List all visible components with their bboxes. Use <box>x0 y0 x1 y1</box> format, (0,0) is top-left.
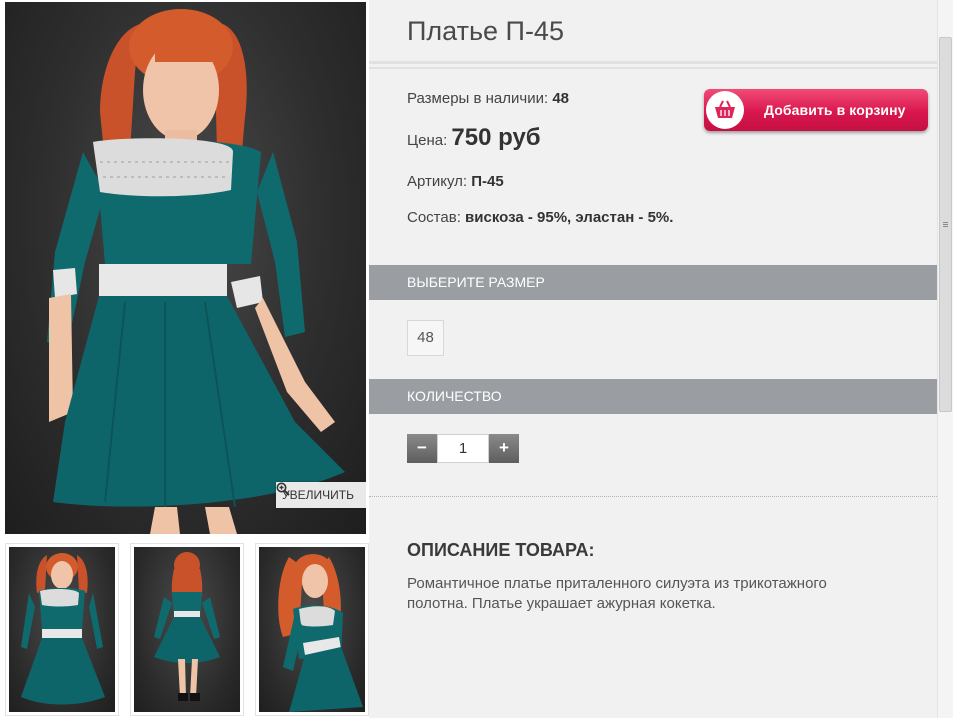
grip-icon <box>943 222 948 223</box>
scrollbar[interactable] <box>937 0 953 718</box>
zoom-button[interactable]: УВЕЛИЧИТЬ <box>276 482 366 508</box>
available-sizes: Размеры в наличии: 48 <box>407 90 569 107</box>
thumbnail-1[interactable] <box>5 543 119 716</box>
product-info-panel: Платье П-45 Размеры в наличии: 48 Цена: … <box>369 0 937 718</box>
quantity-input[interactable] <box>437 434 489 463</box>
composition-value: вискоза - 95%, эластан - 5%. <box>465 209 674 226</box>
decrease-quantity-button[interactable]: − <box>407 434 437 463</box>
dress-photo <box>47 9 345 534</box>
thumbnail-strip <box>5 543 370 718</box>
thumbnail-image <box>21 553 105 705</box>
increase-quantity-button[interactable]: + <box>489 434 519 463</box>
description-text: Романтичное платье приталенного силуэта … <box>407 575 827 612</box>
size-section-header: ВЫБЕРИТЕ РАЗМЕР <box>369 265 937 300</box>
thumbnail-3[interactable] <box>255 543 369 716</box>
thumbnail-image <box>154 552 220 701</box>
description-title: ОПИСАНИЕ ТОВАРА: <box>407 540 595 560</box>
price-label: Цена: <box>407 132 448 149</box>
main-product-image[interactable]: УВЕЛИЧИТЬ <box>5 2 366 534</box>
size-option-48[interactable]: 48 <box>407 320 444 356</box>
composition-label: Состав: <box>407 209 461 226</box>
basket-icon <box>706 91 744 129</box>
thumbnail-image <box>278 554 363 712</box>
scrollbar-thumb[interactable] <box>939 37 952 412</box>
sku-value: П-45 <box>471 173 504 190</box>
divider <box>369 67 937 69</box>
divider <box>369 496 937 497</box>
product-title: Платье П-45 <box>407 16 564 46</box>
thumbnail-2[interactable] <box>130 543 244 716</box>
price: Цена: 750 руб <box>407 124 541 152</box>
sku: Артикул: П-45 <box>407 173 504 190</box>
divider <box>369 61 937 64</box>
quantity-section-header: КОЛИЧЕСТВО <box>369 379 937 414</box>
add-to-cart-label: Добавить в корзину <box>764 102 906 118</box>
composition: Состав: вискоза - 95%, эластан - 5%. <box>407 208 682 227</box>
quantity-stepper: − + <box>407 434 519 463</box>
magnifier-plus-icon <box>276 482 290 496</box>
price-value: 750 руб <box>451 124 541 151</box>
sizes-value: 48 <box>552 90 569 107</box>
sizes-label: Размеры в наличии: <box>407 90 549 107</box>
add-to-cart-button[interactable]: Добавить в корзину <box>704 89 928 131</box>
sku-label: Артикул: <box>407 173 468 190</box>
zoom-label: УВЕЛИЧИТЬ <box>282 488 354 502</box>
